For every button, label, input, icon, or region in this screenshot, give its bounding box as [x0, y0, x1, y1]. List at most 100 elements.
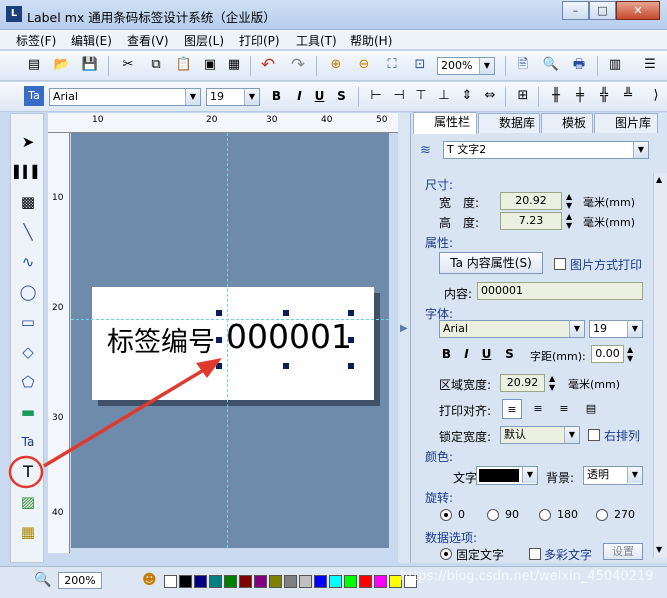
zoom-out-icon[interactable]: ⊖ — [354, 55, 374, 75]
content-properties-button[interactable]: Ta 内容属性(S) — [439, 252, 543, 274]
resize-handle[interactable] — [348, 337, 354, 343]
label-variable-text[interactable]: 000001 — [226, 317, 352, 356]
strike-button[interactable]: S — [333, 88, 350, 105]
label-static-text[interactable]: 标签编号 — [107, 320, 215, 359]
collapse-arrow-icon[interactable]: ▶ — [400, 323, 408, 334]
print-preview-icon[interactable]: 🖹 — [513, 55, 533, 75]
group-icon[interactable]: ⊞ — [513, 86, 533, 106]
tab-image-library[interactable]: 图片库 — [594, 113, 658, 133]
align-top-icon[interactable]: ⊤ — [411, 86, 431, 106]
curve-icon[interactable]: ∿ — [14, 249, 42, 275]
panel-bold-button[interactable]: B — [438, 346, 455, 363]
area-width-spinner[interactable]: ▲ ▼ — [549, 374, 555, 392]
image-print-checkbox[interactable] — [554, 258, 566, 270]
paste-icon[interactable]: 📋 — [174, 55, 194, 75]
color-swatch[interactable] — [344, 575, 357, 588]
color-swatch[interactable] — [299, 575, 312, 588]
print-setup-icon[interactable]: 🔍 — [541, 55, 561, 75]
redo-icon[interactable]: ↷ — [288, 55, 308, 75]
color-swatch[interactable] — [284, 575, 297, 588]
tab-database[interactable]: 数据库 — [478, 113, 540, 133]
panel-italic-button[interactable]: I — [458, 346, 475, 363]
printer-icon[interactable]: 🖶 — [569, 55, 589, 75]
zoom-search-icon[interactable]: 🔍 — [34, 572, 51, 588]
rectangle-icon[interactable]: ▭ — [14, 309, 42, 335]
fill-rect-icon[interactable]: ▬ — [14, 399, 42, 425]
justify-text-icon[interactable]: ▤ — [581, 399, 601, 419]
text-color-select[interactable]: ▼ — [476, 466, 538, 485]
actual-size-icon[interactable]: ⊡ — [410, 55, 430, 75]
center-horizontal-icon[interactable]: ⇔ — [480, 86, 500, 106]
open-icon[interactable]: 📂 — [52, 55, 72, 75]
menu-help[interactable]: 帮助(H) — [350, 32, 392, 49]
align-left-text-icon[interactable]: ≡ — [502, 399, 522, 419]
color-swatch[interactable] — [269, 575, 282, 588]
scroll-down-icon[interactable]: ▼ — [656, 545, 662, 554]
pointer-icon[interactable]: ➤ — [14, 129, 42, 155]
lock-width-select[interactable]: 默认 ▼ — [500, 426, 580, 444]
height-spinner[interactable]: ▲ ▼ — [566, 212, 572, 230]
underline-button[interactable]: U — [311, 88, 328, 105]
resize-handle[interactable] — [216, 363, 222, 369]
more-icon[interactable]: ⟩ — [646, 86, 666, 106]
barcode-icon[interactable]: ▌▍▌ — [14, 159, 42, 185]
rtl-checkbox[interactable] — [588, 429, 600, 441]
menu-view[interactable]: 查看(V) — [127, 32, 169, 49]
copy-format-icon[interactable]: ▣ — [200, 55, 220, 75]
rotate-90-radio[interactable] — [487, 509, 499, 521]
color-swatch[interactable] — [194, 575, 207, 588]
color-swatch[interactable] — [224, 575, 237, 588]
undo-icon[interactable]: ↶ — [258, 55, 278, 75]
align-center-text-icon[interactable]: ≡ — [528, 399, 548, 419]
fixed-text-radio[interactable] — [440, 548, 452, 560]
panel-strike-button[interactable]: S — [501, 346, 518, 363]
palette-icon[interactable]: ☻ — [142, 572, 157, 588]
color-swatch[interactable] — [329, 575, 342, 588]
color-swatch[interactable] — [209, 575, 222, 588]
zoom-in-icon[interactable]: ⊕ — [326, 55, 346, 75]
menu-label[interactable]: 标签(F) — [16, 32, 56, 49]
cut-icon[interactable]: ✂ — [118, 55, 138, 75]
resize-handle[interactable] — [283, 310, 289, 316]
minimize-button[interactable]: – — [562, 1, 589, 20]
scroll-up-icon[interactable]: ▲ — [656, 175, 662, 184]
rotate-0-radio[interactable] — [440, 509, 452, 521]
height-field[interactable]: 7.23 — [500, 212, 562, 230]
fit-page-icon[interactable]: ⛶ — [382, 55, 402, 75]
resize-handle[interactable] — [283, 363, 289, 369]
bold-button[interactable]: B — [268, 88, 285, 105]
color-swatch[interactable] — [179, 575, 192, 588]
ellipse-icon[interactable]: ◯ — [14, 279, 42, 305]
resize-handle[interactable] — [216, 337, 222, 343]
status-zoom[interactable]: 200% — [58, 572, 102, 589]
resize-handle[interactable] — [348, 363, 354, 369]
align-right-text-icon[interactable]: ≡ — [554, 399, 574, 419]
maximize-button[interactable]: □ — [589, 1, 616, 20]
color-swatch[interactable] — [314, 575, 327, 588]
width-spinner[interactable]: ▲ ▼ — [566, 192, 572, 210]
text-style-icon[interactable]: Ta — [24, 86, 44, 106]
qrcode-icon[interactable]: ▩ — [14, 189, 42, 215]
panel-font-size-select[interactable]: 19 ▼ — [589, 320, 643, 338]
font-size-select[interactable]: 19 ▼ — [206, 88, 260, 106]
area-width-field[interactable]: 20.92 — [500, 374, 545, 392]
panel-underline-button[interactable]: U — [478, 346, 495, 363]
spacing-spinner[interactable]: ▲ ▼ — [627, 345, 633, 363]
paragraph-text-icon[interactable]: Ta — [14, 429, 42, 455]
menu-edit[interactable]: 编辑(E) — [71, 32, 112, 49]
panel-font-select[interactable]: Arial ▼ — [439, 320, 585, 338]
color-swatch[interactable] — [254, 575, 267, 588]
list-icon[interactable]: ☰ — [640, 55, 660, 75]
color-swatch-none[interactable] — [164, 575, 177, 588]
color-swatch[interactable] — [359, 575, 372, 588]
italic-button[interactable]: I — [291, 88, 308, 105]
center-vertical-icon[interactable]: ⇕ — [457, 86, 477, 106]
menu-tools[interactable]: 工具(T) — [296, 32, 337, 49]
line-icon[interactable]: ╲ — [14, 219, 42, 245]
zoom-select[interactable]: 200% ▼ — [437, 57, 495, 75]
font-select[interactable]: Arial ▼ — [49, 88, 201, 106]
distribute-h-icon[interactable]: ╬ — [594, 86, 614, 106]
color-swatch[interactable] — [239, 575, 252, 588]
diamond-icon[interactable]: ◇ — [14, 339, 42, 365]
new-icon[interactable]: ▤ — [24, 55, 44, 75]
